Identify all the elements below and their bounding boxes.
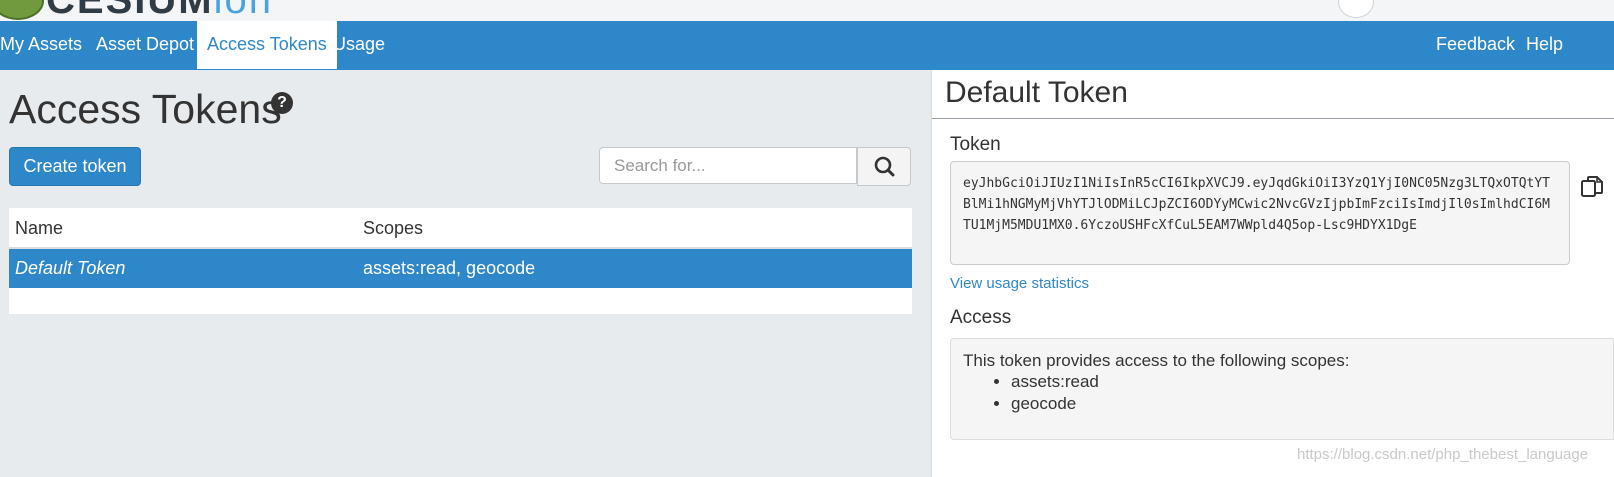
nav-my-assets[interactable]: My Assets — [0, 21, 82, 70]
token-label: Token — [950, 134, 1001, 155]
brand-name: CESIUM — [46, 0, 214, 21]
page-title: Access Tokens — [9, 86, 282, 132]
column-header-scopes[interactable]: Scopes — [363, 208, 423, 247]
cesium-logo-icon[interactable] — [0, 0, 44, 20]
token-scopes-cell: assets:read, geocode — [363, 258, 536, 278]
copy-clipboard-icon[interactable] — [1579, 174, 1605, 200]
scope-list: assets:read geocode — [963, 371, 1601, 415]
detail-divider — [932, 118, 1614, 119]
main-nav: My Assets Asset Depot Access Tokens Usag… — [0, 21, 1614, 70]
token-detail-pane: Default Token Token eyJhbGciOiJIUzI1NiIs… — [931, 70, 1614, 477]
access-scopes-box: This token provides access to the follow… — [950, 338, 1614, 440]
top-bar: CESIUMion — [0, 0, 1614, 21]
tokens-list-pane: Access Tokens ? Create token Name Scopes… — [0, 70, 931, 477]
tokens-table: Name Scopes Default Token assets:read, g… — [9, 208, 912, 314]
nav-usage[interactable]: Usage — [333, 21, 385, 70]
token-name-cell[interactable]: Default Token — [15, 249, 125, 288]
search-icon — [874, 156, 895, 177]
table-row[interactable]: Default Token assets:read, geocode — [9, 249, 912, 288]
question-circle-icon[interactable]: ? — [271, 92, 293, 114]
brand-suffix: ion — [214, 0, 273, 21]
column-header-name[interactable]: Name — [15, 208, 63, 247]
scope-item: geocode — [1011, 393, 1601, 415]
nav-help[interactable]: Help — [1526, 21, 1563, 70]
view-usage-statistics-link[interactable]: View usage statistics — [950, 275, 1089, 292]
token-value[interactable]: eyJhbGciOiJIUzI1NiIsInR5cCI6IkpXVCJ9.eyJ… — [950, 161, 1570, 265]
user-avatar[interactable] — [1338, 0, 1374, 18]
create-token-button[interactable]: Create token — [9, 147, 141, 186]
brand-logo-text[interactable]: CESIUMion — [46, 0, 273, 21]
nav-asset-depot[interactable]: Asset Depot — [96, 21, 194, 70]
scope-item: assets:read — [1011, 371, 1601, 393]
access-intro: This token provides access to the follow… — [963, 351, 1350, 370]
access-label: Access — [950, 307, 1012, 328]
search-input[interactable] — [599, 147, 857, 184]
nav-feedback[interactable]: Feedback — [1436, 21, 1515, 70]
nav-access-tokens[interactable]: Access Tokens — [197, 21, 337, 69]
detail-title: Default Token — [945, 76, 1128, 109]
search-button[interactable] — [857, 147, 911, 186]
watermark: https://blog.csdn.net/php_thebest_langua… — [1297, 446, 1589, 463]
